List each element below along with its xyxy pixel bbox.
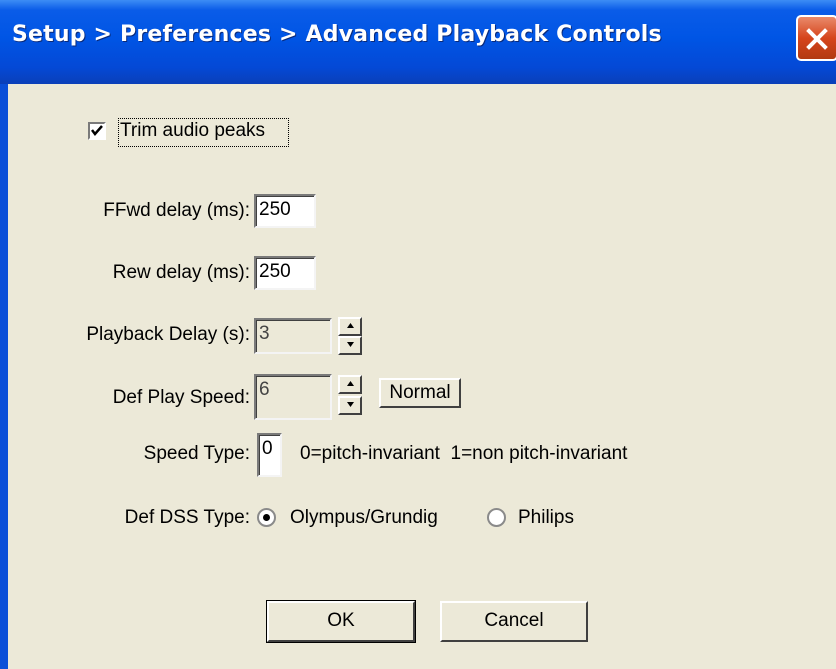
checkmark-icon [91,125,103,136]
playback-delay-input[interactable]: 3 [254,318,332,354]
olympus-grundig-radio[interactable] [257,508,276,527]
playback-delay-label: Playback Delay (s): [86,324,250,345]
playback-delay-spin-down[interactable] [338,336,362,355]
ffwd-delay-input[interactable]: 250 [254,194,316,228]
speed-type-hint: 0=pitch-invariant 1=non pitch-invariant [300,443,628,464]
normal-speed-button[interactable]: Normal [379,378,461,408]
cancel-button[interactable]: Cancel [440,601,588,642]
def-play-speed-input[interactable]: 6 [254,374,332,420]
philips-label[interactable]: Philips [518,507,574,529]
olympus-grundig-label[interactable]: Olympus/Grundig [290,507,438,529]
close-button[interactable] [796,15,836,61]
window-title: Setup > Preferences > Advanced Playback … [12,22,662,47]
close-icon [806,28,828,50]
radio-selected-dot [263,514,270,521]
arrow-down-icon [347,402,354,407]
title-bar[interactable]: Setup > Preferences > Advanced Playback … [0,0,836,84]
speed-type-input[interactable]: 0 [257,433,282,477]
trim-audio-peaks-checkbox[interactable] [88,122,106,140]
window-frame-left [0,84,8,669]
trim-audio-peaks-label[interactable]: Trim audio peaks [120,120,265,142]
rew-delay-label: Rew delay (ms): [112,262,250,283]
arrow-up-icon [347,323,354,328]
rew-delay-input[interactable]: 250 [254,256,316,290]
philips-radio[interactable] [487,508,506,527]
dialog-window: Setup > Preferences > Advanced Playback … [0,0,836,669]
dialog-body: Trim audio peaks FFwd delay (ms): 250 Re… [8,84,836,669]
def-play-speed-label: Def Play Speed: [112,387,250,408]
def-play-speed-spin-down[interactable] [338,396,362,415]
def-dss-type-label: Def DSS Type: [124,507,250,528]
ok-button[interactable]: OK [266,600,416,643]
arrow-down-icon [347,342,354,347]
ffwd-delay-label: FFwd delay (ms): [103,200,250,221]
arrow-up-icon [347,381,354,386]
playback-delay-spin-up[interactable] [338,317,362,336]
def-play-speed-spin-up[interactable] [338,375,362,394]
speed-type-label: Speed Type: [143,443,250,464]
